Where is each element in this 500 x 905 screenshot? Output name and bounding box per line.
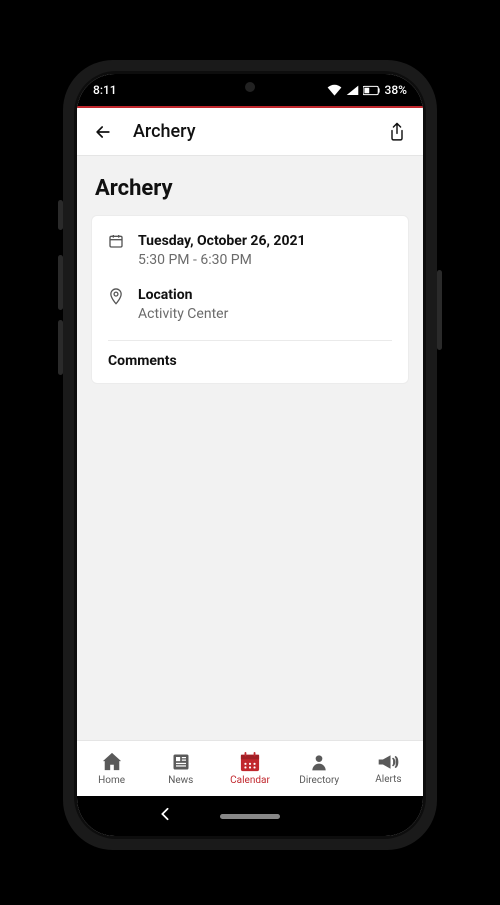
bottom-nav: Home News Calendar Directory Alerts bbox=[77, 740, 423, 796]
header-title: Archery bbox=[133, 121, 383, 142]
tab-label: News bbox=[168, 775, 193, 786]
location-row: Location Activity Center bbox=[108, 286, 392, 324]
nav-home-pill[interactable] bbox=[220, 814, 280, 819]
back-button[interactable] bbox=[89, 122, 117, 142]
phone-frame: 8:11 38% Archery bbox=[63, 60, 437, 850]
nav-back-icon[interactable] bbox=[160, 807, 170, 825]
share-icon bbox=[388, 122, 406, 142]
tab-alerts[interactable]: Alerts bbox=[354, 741, 423, 796]
screen: 8:11 38% Archery bbox=[77, 74, 423, 836]
tab-label: Directory bbox=[299, 775, 339, 786]
home-icon bbox=[101, 752, 123, 772]
app-header: Archery bbox=[77, 108, 423, 156]
location-icon bbox=[108, 287, 126, 324]
tab-news[interactable]: News bbox=[146, 741, 215, 796]
tab-home[interactable]: Home bbox=[77, 741, 146, 796]
status-right: 38% bbox=[327, 83, 407, 97]
side-button bbox=[437, 270, 442, 350]
calendar-icon bbox=[108, 233, 126, 270]
side-button bbox=[58, 200, 63, 230]
status-time: 8:11 bbox=[93, 83, 117, 97]
android-nav bbox=[77, 796, 423, 836]
event-time: 5:30 PM - 6:30 PM bbox=[138, 251, 392, 270]
divider bbox=[108, 340, 392, 341]
calendar-icon bbox=[239, 752, 261, 772]
wifi-icon bbox=[327, 84, 342, 96]
signal-icon bbox=[346, 84, 359, 96]
page-title: Archery bbox=[91, 176, 409, 201]
side-button bbox=[58, 255, 63, 310]
content: Archery Tuesday, October 26, 2021 5:30 P… bbox=[77, 156, 423, 740]
side-button bbox=[58, 320, 63, 375]
share-button[interactable] bbox=[383, 122, 411, 142]
front-camera bbox=[245, 82, 255, 92]
tab-label: Calendar bbox=[230, 775, 270, 786]
arrow-left-icon bbox=[93, 122, 113, 142]
megaphone-icon bbox=[377, 753, 399, 771]
location-value: Activity Center bbox=[138, 305, 392, 324]
news-icon bbox=[171, 752, 191, 772]
tab-directory[interactable]: Directory bbox=[285, 741, 354, 796]
person-icon bbox=[309, 752, 329, 772]
event-card: Tuesday, October 26, 2021 5:30 PM - 6:30… bbox=[91, 215, 409, 384]
comments-heading: Comments bbox=[108, 353, 392, 369]
tab-label: Alerts bbox=[375, 774, 401, 785]
date-row: Tuesday, October 26, 2021 5:30 PM - 6:30… bbox=[108, 232, 392, 270]
tab-label: Home bbox=[98, 775, 125, 786]
event-date: Tuesday, October 26, 2021 bbox=[138, 232, 392, 251]
location-heading: Location bbox=[138, 286, 392, 305]
battery-icon bbox=[363, 85, 381, 96]
battery-percentage: 38% bbox=[385, 83, 407, 97]
tab-calendar[interactable]: Calendar bbox=[215, 741, 284, 796]
phone-bezel: 8:11 38% Archery bbox=[74, 71, 426, 839]
